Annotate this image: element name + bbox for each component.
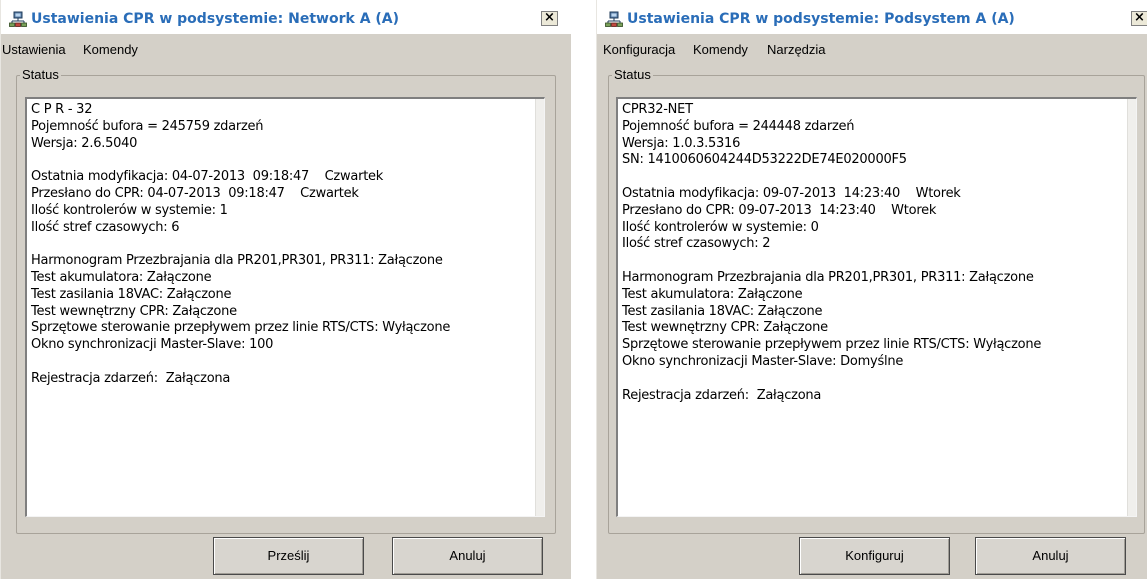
title-bar[interactable]: Ustawienia CPR w podsystemie: Network A … (1, 0, 571, 34)
status-line: Pojemność bufora = 245759 zdarzeń (31, 118, 264, 134)
network-icon (9, 11, 27, 27)
status-line: Ostatnia modyfikacja: 04-07-2013 09:18:4… (31, 169, 384, 185)
window-title: Ustawienia CPR w podsystemie: Podsystem … (627, 11, 1015, 27)
send-button[interactable]: Prześlij (213, 537, 364, 575)
status-line: Ilość kontrolerów w systemie: 1 (31, 202, 228, 218)
cancel-button[interactable]: Anuluj (392, 537, 543, 575)
scrollbar[interactable] (535, 99, 544, 516)
status-line: Pojemność bufora = 244448 zdarzeń (622, 118, 855, 134)
status-line: Przesłano do CPR: 04-07-2013 09:18:47 Cz… (31, 185, 359, 201)
status-line: Harmonogram Przezbrajania dla PR201,PR30… (31, 253, 443, 269)
status-line: Wersja: 1.0.3.5316 (622, 135, 741, 151)
menu-ustawienia[interactable]: Ustawienia (2, 42, 66, 57)
menu-narzedzia[interactable]: Narzędzia (767, 42, 826, 57)
status-group-label: Status (20, 67, 61, 82)
menu-konfiguracja[interactable]: Konfiguracja (603, 42, 675, 57)
menu-komendy[interactable]: Komendy (693, 42, 748, 57)
close-icon[interactable]: × (541, 11, 558, 26)
status-line: Sprzętowe sterowanie przepływem przez li… (622, 337, 1042, 353)
status-line (31, 236, 532, 253)
cpr-settings-window-network: Ustawienia CPR w podsystemie: Network A … (0, 0, 571, 579)
status-line (622, 169, 1124, 186)
status-line: Rejestracja zdarzeń: Załączona (622, 387, 822, 403)
status-line: Przesłano do CPR: 09-07-2013 14:23:40 Wt… (622, 202, 937, 218)
menu-bar: Ustawienia Komendy (1, 38, 571, 62)
status-line: Ilość stref czasowych: 2 (622, 236, 771, 252)
status-line: Rejestracja zdarzeń: Załączona (31, 370, 231, 386)
status-line: Wersja: 2.6.5040 (31, 135, 138, 151)
status-textbox[interactable]: C P R - 32 Pojemność bufora = 245759 zdar… (25, 97, 545, 517)
cpr-settings-window-subsystem: Ustawienia CPR w podsystemie: Podsystem … (596, 0, 1147, 579)
status-line (622, 371, 1124, 388)
status-line (31, 354, 532, 371)
status-line: Test zasilania 18VAC: Załączone (622, 303, 823, 319)
status-line: Ilość kontrolerów w systemie: 0 (622, 219, 819, 235)
window-title: Ustawienia CPR w podsystemie: Network A … (31, 11, 400, 27)
status-line: Test akumulatora: Załączone (622, 286, 803, 302)
network-icon (605, 11, 623, 27)
status-line: Test zasilania 18VAC: Załączone (31, 286, 232, 302)
status-line: Test wewnętrzny CPR: Załączone (622, 320, 828, 336)
status-group-label: Status (612, 67, 653, 82)
status-line: Okno synchronizacji Master-Slave: 100 (31, 337, 274, 353)
menu-bar: Konfiguracja Komendy Narzędzia (597, 38, 1147, 62)
status-line (31, 152, 532, 169)
status-line: Test akumulatora: Załączone (31, 269, 212, 285)
status-line: Sprzętowe sterowanie przepływem przez li… (31, 320, 451, 336)
status-line: Harmonogram Przezbrajania dla PR201,PR30… (622, 269, 1034, 285)
close-icon[interactable]: × (1131, 11, 1147, 26)
status-textbox[interactable]: CPR32-NET Pojemność bufora = 244448 zdarz… (616, 97, 1137, 517)
menu-komendy[interactable]: Komendy (83, 42, 138, 57)
status-line: C P R - 32 (31, 102, 93, 117)
title-bar[interactable]: Ustawienia CPR w podsystemie: Podsystem … (597, 0, 1147, 34)
scrollbar[interactable] (1127, 99, 1136, 516)
configure-button[interactable]: Konfiguruj (799, 537, 950, 575)
status-line: Okno synchronizacji Master-Slave: Domyśl… (622, 353, 904, 369)
status-text: CPR32-NET Pojemność bufora = 244448 zdarz… (622, 102, 1124, 404)
status-text: C P R - 32 Pojemność bufora = 245759 zdar… (31, 102, 532, 388)
status-line (622, 253, 1124, 270)
status-line: Ilość stref czasowych: 6 (31, 219, 180, 235)
status-line: Test wewnętrzny CPR: Załączone (31, 303, 237, 319)
status-line: Ostatnia modyfikacja: 09-07-2013 14:23:4… (622, 185, 961, 201)
status-line: CPR32-NET (622, 102, 693, 117)
cancel-button[interactable]: Anuluj (975, 537, 1126, 575)
status-line: SN: 1410060604244D53222DE74E020000F5 (622, 152, 907, 168)
